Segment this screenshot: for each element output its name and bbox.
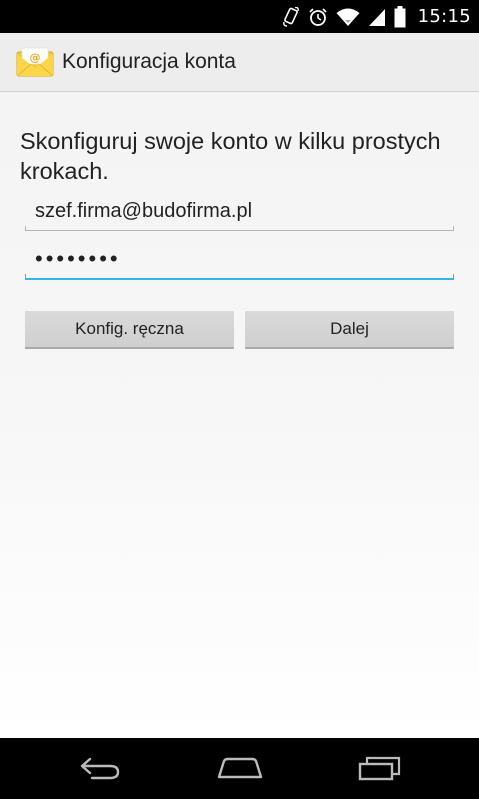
navigation-bar <box>0 738 479 799</box>
rotation-icon <box>282 6 300 27</box>
recent-apps-icon[interactable] <box>350 748 410 788</box>
email-value: szef.firma@budofirma.pl <box>35 200 253 222</box>
action-bar: @ Konfiguracja konta <box>0 33 479 92</box>
home-icon[interactable] <box>210 748 270 788</box>
signal-icon <box>368 7 386 27</box>
alarm-icon <box>308 7 328 27</box>
status-clock: 15:15 <box>417 6 471 27</box>
password-value: •••••••• <box>35 246 121 271</box>
manual-setup-button[interactable]: Konfig. ręczna <box>25 311 234 349</box>
email-app-icon[interactable]: @ <box>16 46 54 78</box>
intro-text: Skonfiguruj swoje konto w kilku prostych… <box>20 128 441 184</box>
email-field[interactable]: szef.firma@budofirma.pl <box>25 197 454 231</box>
password-field[interactable]: •••••••• <box>25 246 454 280</box>
action-bar-title: Konfiguracja konta <box>62 50 236 73</box>
status-bar: 15:15 <box>0 0 479 33</box>
battery-icon <box>394 5 406 28</box>
back-icon[interactable] <box>70 748 130 788</box>
wifi-icon <box>336 7 360 27</box>
next-button[interactable]: Dalej <box>245 311 454 349</box>
account-setup-form: Skonfiguruj swoje konto w kilku prostych… <box>0 92 479 738</box>
svg-text:@: @ <box>30 51 41 64</box>
status-icons: 15:15 <box>282 0 471 33</box>
